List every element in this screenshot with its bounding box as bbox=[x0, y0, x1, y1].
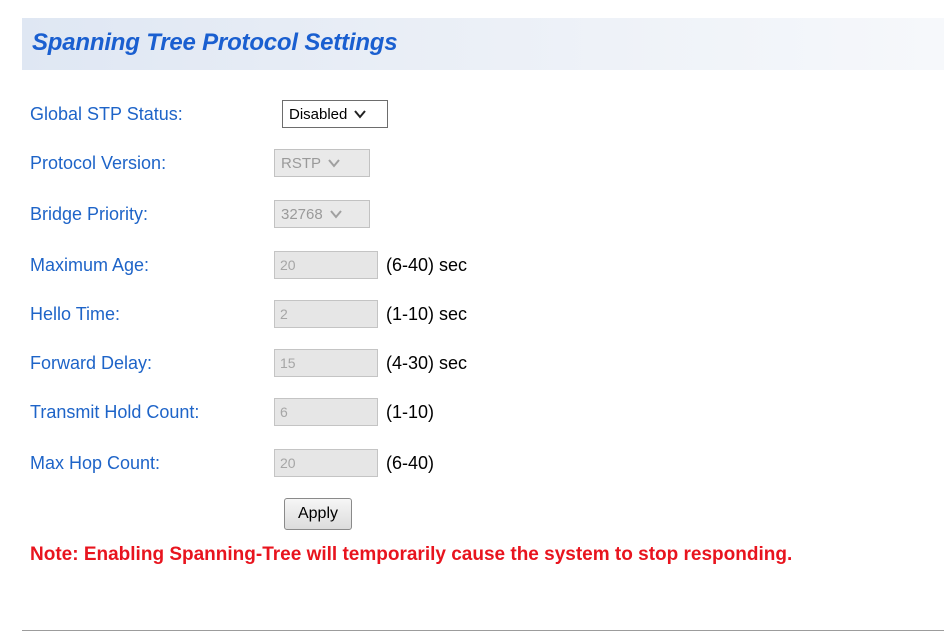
global-stp-status-value: Disabled bbox=[289, 105, 348, 123]
maximum-age-range: (6-40) sec bbox=[386, 255, 468, 275]
divider bbox=[22, 630, 944, 631]
protocol-version-value: RSTP bbox=[281, 154, 322, 172]
chevron-down-icon bbox=[328, 159, 340, 168]
apply-button[interactable]: Apply bbox=[284, 498, 352, 530]
bridge-priority-label: Bridge Priority: bbox=[30, 204, 149, 224]
row-transmit-hold-count: Transmit Hold Count: 6 (1-10) bbox=[0, 398, 944, 428]
maximum-age-input[interactable]: 20 bbox=[274, 251, 378, 279]
bridge-priority-value: 32768 bbox=[281, 205, 323, 223]
stp-settings-page: Spanning Tree Protocol Settings Global S… bbox=[0, 0, 944, 634]
row-bridge-priority: Bridge Priority: 32768 bbox=[0, 200, 944, 230]
row-global-stp-status: Global STP Status: Disabled bbox=[0, 100, 944, 130]
max-hop-count-label: Max Hop Count: bbox=[30, 453, 161, 473]
forward-delay-range: (4-30) sec bbox=[386, 353, 468, 373]
row-forward-delay: Forward Delay: 15 (4-30) sec bbox=[0, 349, 944, 379]
protocol-version-select[interactable]: RSTP bbox=[274, 149, 370, 177]
transmit-hold-count-input[interactable]: 6 bbox=[274, 398, 378, 426]
protocol-version-label: Protocol Version: bbox=[30, 153, 167, 173]
hello-time-input[interactable]: 2 bbox=[274, 300, 378, 328]
row-protocol-version: Protocol Version: RSTP bbox=[0, 149, 944, 179]
max-hop-count-input[interactable]: 20 bbox=[274, 449, 378, 477]
hello-time-label: Hello Time: bbox=[30, 304, 121, 324]
row-max-hop-count: Max Hop Count: 20 (6-40) bbox=[0, 449, 944, 479]
bridge-priority-select[interactable]: 32768 bbox=[274, 200, 370, 228]
row-maximum-age: Maximum Age: 20 (6-40) sec bbox=[0, 251, 944, 281]
global-stp-status-label: Global STP Status: bbox=[30, 104, 183, 124]
hello-time-range: (1-10) sec bbox=[386, 304, 468, 324]
warning-note: Note: Enabling Spanning-Tree will tempor… bbox=[30, 544, 793, 565]
forward-delay-input[interactable]: 15 bbox=[274, 349, 378, 377]
transmit-hold-count-label: Transmit Hold Count: bbox=[30, 402, 200, 422]
page-title: Spanning Tree Protocol Settings bbox=[32, 29, 398, 56]
max-hop-count-range: (6-40) bbox=[386, 453, 435, 473]
forward-delay-label: Forward Delay: bbox=[30, 353, 153, 373]
chevron-down-icon bbox=[354, 110, 367, 119]
row-hello-time: Hello Time: 2 (1-10) sec bbox=[0, 300, 944, 330]
maximum-age-label: Maximum Age: bbox=[30, 255, 150, 275]
transmit-hold-count-range: (1-10) bbox=[386, 402, 435, 422]
chevron-down-icon bbox=[329, 210, 342, 219]
global-stp-status-select[interactable]: Disabled bbox=[282, 100, 388, 128]
panel-header: Spanning Tree Protocol Settings bbox=[22, 18, 944, 70]
